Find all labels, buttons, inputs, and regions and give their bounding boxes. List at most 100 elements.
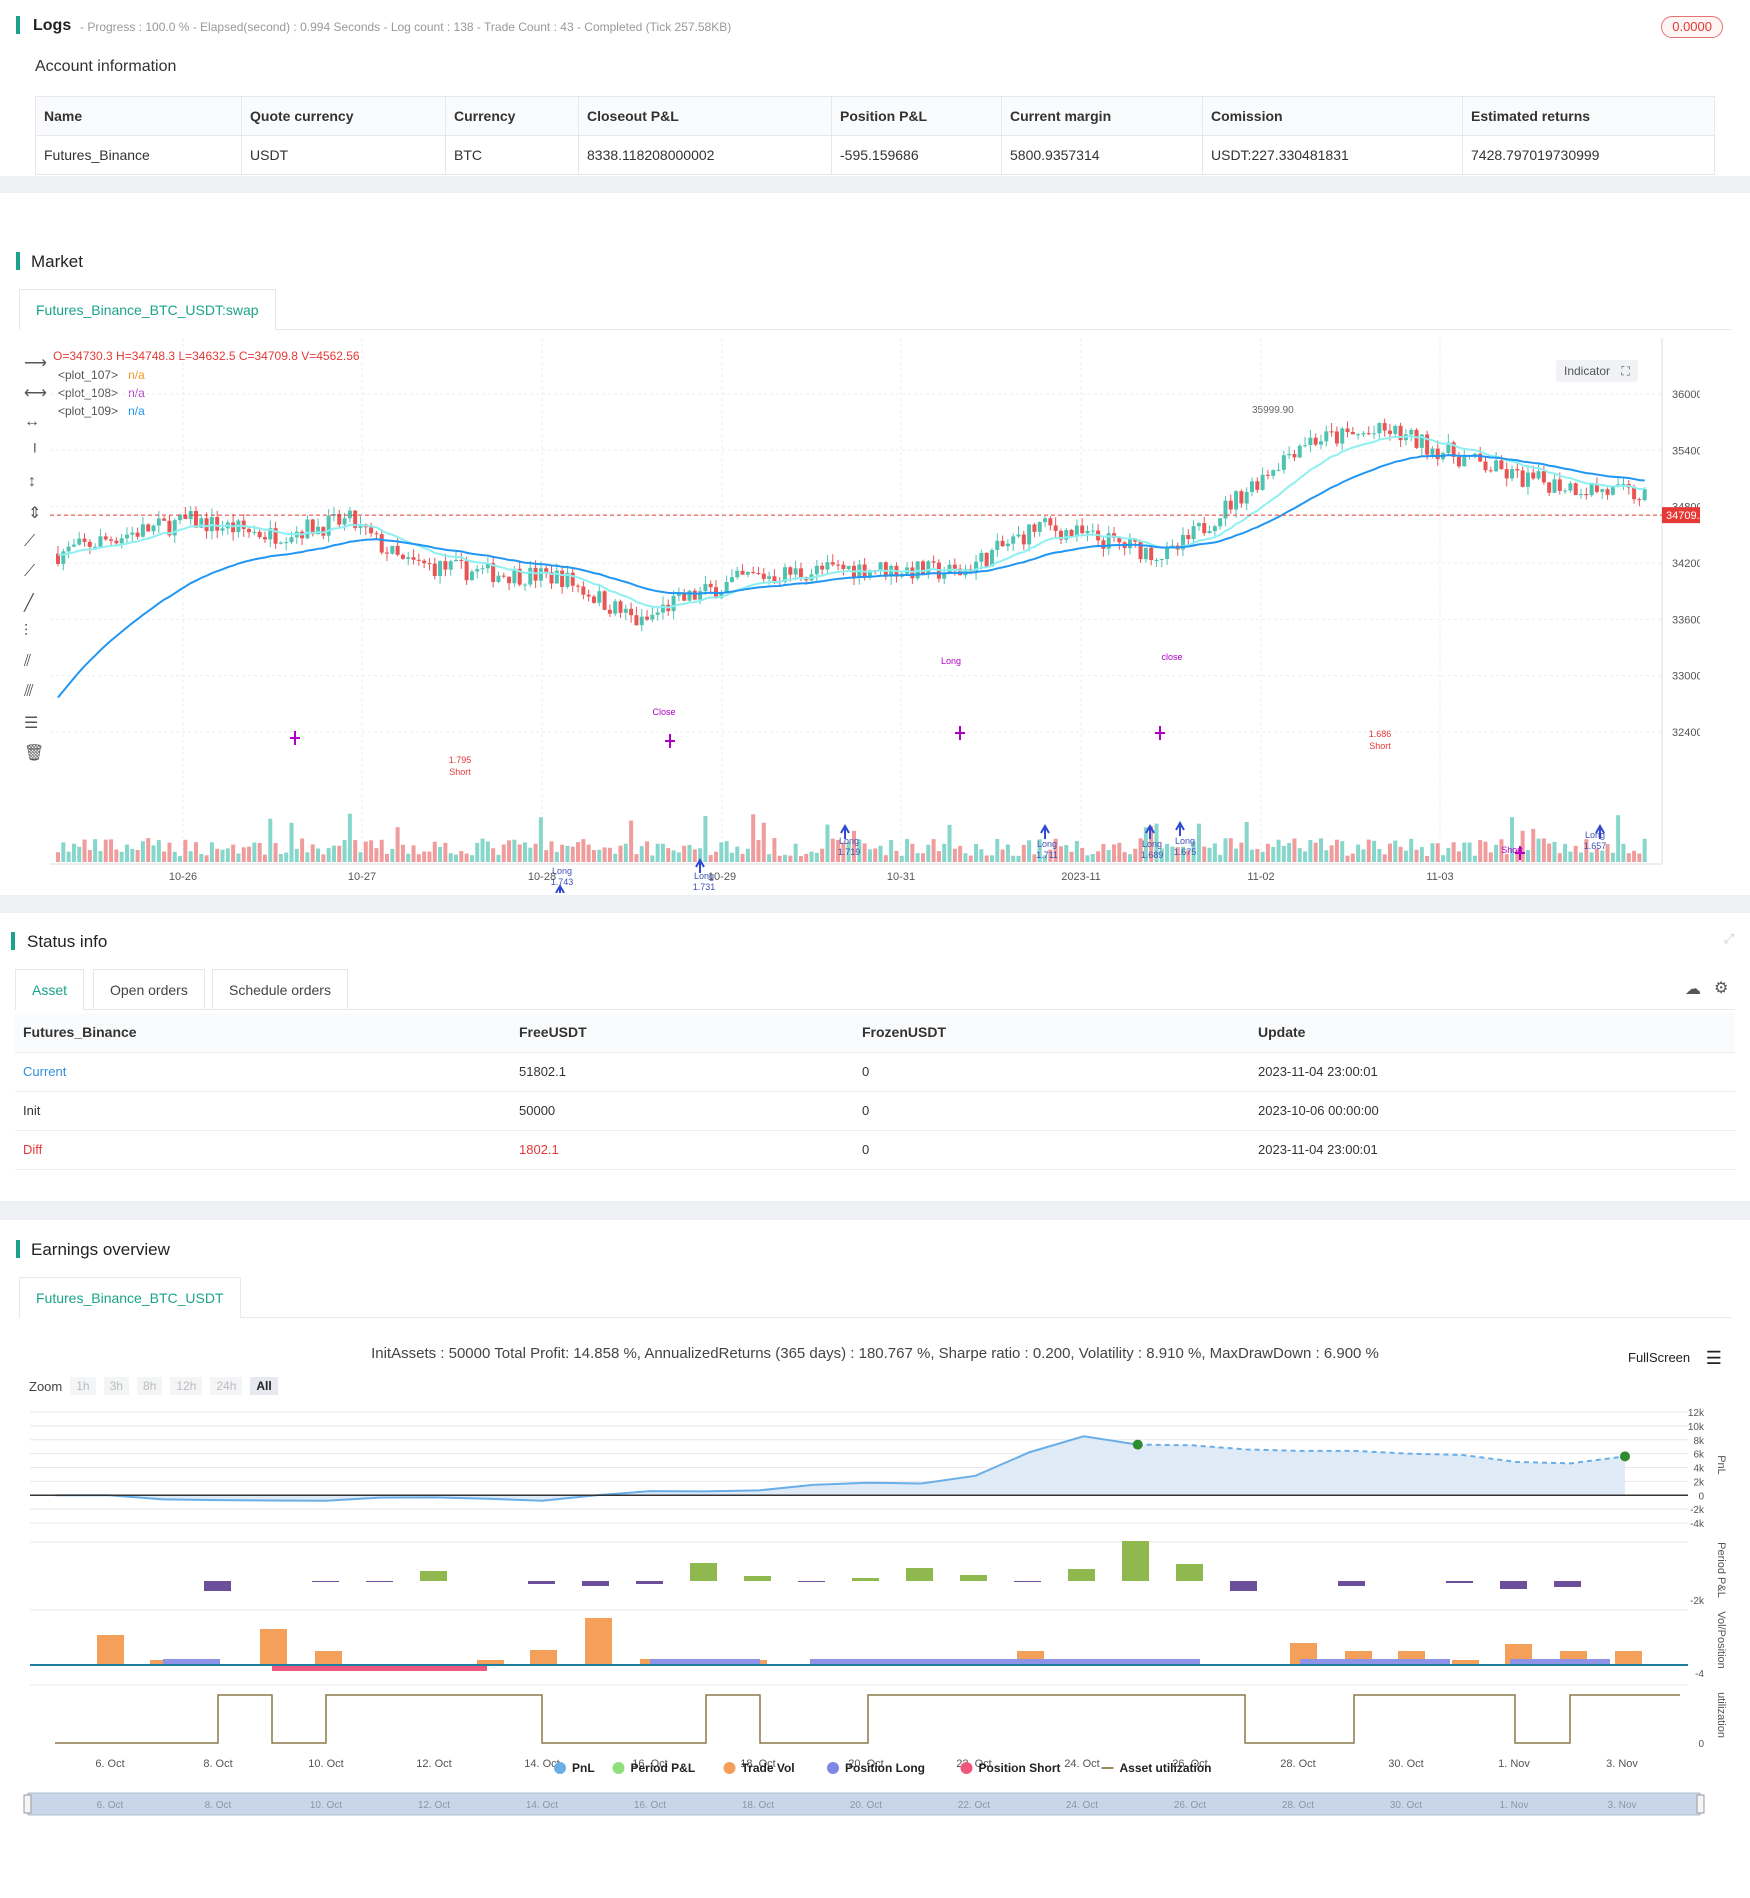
y-tick-label: 12k (1688, 1408, 1705, 1419)
zoom-1h[interactable]: 1h (70, 1377, 96, 1395)
volume-bar (979, 849, 984, 862)
candle-body (788, 567, 793, 575)
candle-body (751, 571, 756, 573)
volume-bar (613, 853, 618, 862)
volume-bar (491, 848, 496, 862)
zoom-all[interactable]: All (250, 1377, 278, 1395)
candle-body (602, 591, 607, 610)
candle-body (480, 568, 485, 570)
earnings-chart[interactable]: 12k 10k 8k 6k 4k 2k 0 -2k -4k -2k -4 0 PnL Period P&L… (0, 1405, 1750, 1875)
candle-body (507, 576, 512, 584)
volume-bar (257, 842, 262, 862)
volume-bar (56, 852, 60, 862)
candle-body (454, 559, 458, 562)
volume-bar (459, 851, 464, 862)
section-marker (16, 16, 20, 34)
candle-body (1053, 525, 1058, 531)
candle-body (1520, 470, 1525, 487)
cell: 50000 (511, 1091, 854, 1131)
volume-bar (1387, 843, 1392, 862)
tab-schedule-orders[interactable]: Schedule orders (212, 969, 348, 1009)
zoom-12h[interactable]: 12h (170, 1377, 203, 1395)
navigator-tick: 20. Oct (850, 1800, 882, 1811)
tab-open-orders[interactable]: Open orders (93, 969, 205, 1009)
zoom-8h[interactable]: 8h (136, 1377, 163, 1395)
candle-body (1021, 534, 1026, 545)
candle-body (390, 545, 395, 554)
x-tick-label: 30. Oct (1388, 1758, 1423, 1770)
period-pnl-bar (906, 1568, 933, 1581)
candle-body (1552, 479, 1557, 493)
tab-market-symbol[interactable]: Futures_Binance_BTC_USDT:swap (19, 289, 276, 330)
volume-bar (528, 847, 533, 862)
volume-bar (719, 842, 724, 862)
volume-bar (1281, 845, 1286, 862)
candle-body (1313, 437, 1318, 445)
cloud-download-icon[interactable]: ☁ (1685, 979, 1701, 999)
cell: 2023-11-04 23:00:01 (1250, 1130, 1735, 1170)
candle-body (469, 571, 474, 581)
volume-bar (1127, 854, 1132, 862)
cell: 7428.797019730999 (1462, 135, 1715, 175)
candle-body (1632, 487, 1637, 500)
volume-bar (268, 818, 273, 862)
candle-body (124, 534, 129, 539)
volume-bar (1525, 850, 1530, 862)
tab-asset[interactable]: Asset (15, 969, 85, 1010)
candle-body (1318, 441, 1323, 445)
fullscreen-button[interactable]: FullScreen ☰ (1628, 1348, 1722, 1369)
x-tick-label: 10-27 (348, 871, 376, 883)
volume-bar (682, 845, 687, 862)
volume-bar (416, 854, 421, 862)
volume-bar (1112, 844, 1117, 862)
zoom-3h[interactable]: 3h (103, 1377, 129, 1395)
volume-bar (1096, 851, 1101, 862)
candle-body (1372, 433, 1377, 435)
volume-bar (464, 853, 469, 862)
volume-bar (1414, 849, 1419, 862)
trade-annotation: 1.675 (1174, 847, 1197, 857)
volume-bar (369, 840, 374, 862)
trade-annotation: 1.657 (1584, 841, 1607, 851)
candle-body (1218, 518, 1223, 527)
volume-bar (1218, 854, 1223, 862)
market-title: Market (31, 252, 83, 271)
candle-body (591, 596, 596, 603)
y-tick-label: 0 (1698, 1739, 1704, 1750)
period-pnl-bar (1122, 1541, 1149, 1581)
volume-bar (1621, 843, 1626, 862)
candle-body (98, 536, 103, 547)
volume-bar (1074, 840, 1079, 862)
candle-body (156, 518, 161, 526)
col-header: Update (1250, 1013, 1735, 1053)
volume-bar (1090, 853, 1095, 862)
volume-bar (321, 854, 326, 862)
candlestick-chart[interactable]: 36000.0035400.0034800.0034200.0033600.00… (0, 333, 1700, 893)
logs-badge[interactable]: 0.0000 (1661, 16, 1723, 38)
candle-body (459, 559, 464, 561)
volume-bar (1488, 852, 1493, 862)
volume-bar (873, 848, 878, 862)
volume-bar (676, 852, 681, 862)
candle-body (931, 561, 936, 563)
candle-body (1265, 474, 1270, 476)
cell: 2023-10-06 00:00:00 (1250, 1091, 1735, 1131)
zoom-24h[interactable]: 24h (210, 1377, 243, 1395)
volume-bar (1202, 846, 1207, 862)
volume-bar (1027, 840, 1032, 862)
fast-ma-line (57, 434, 1645, 609)
tab-earnings-symbol[interactable]: Futures_Binance_BTC_USDT (19, 1277, 241, 1318)
volume-bar (225, 848, 230, 862)
volume-bar (501, 844, 506, 862)
candle-body (1393, 425, 1398, 434)
expand-icon[interactable]: ⤢ (1724, 931, 1734, 947)
volume-bar (1021, 844, 1026, 862)
candle-body (926, 561, 931, 575)
last-price-label: 34709.80 (1666, 510, 1700, 522)
gear-icon[interactable]: ⚙ (1714, 978, 1728, 998)
slow-ma-line (57, 454, 1645, 699)
candle-body (1303, 445, 1308, 447)
candle-body (1287, 453, 1292, 456)
volume-bar (1356, 844, 1361, 862)
trade-annotation: Long (1175, 836, 1195, 846)
